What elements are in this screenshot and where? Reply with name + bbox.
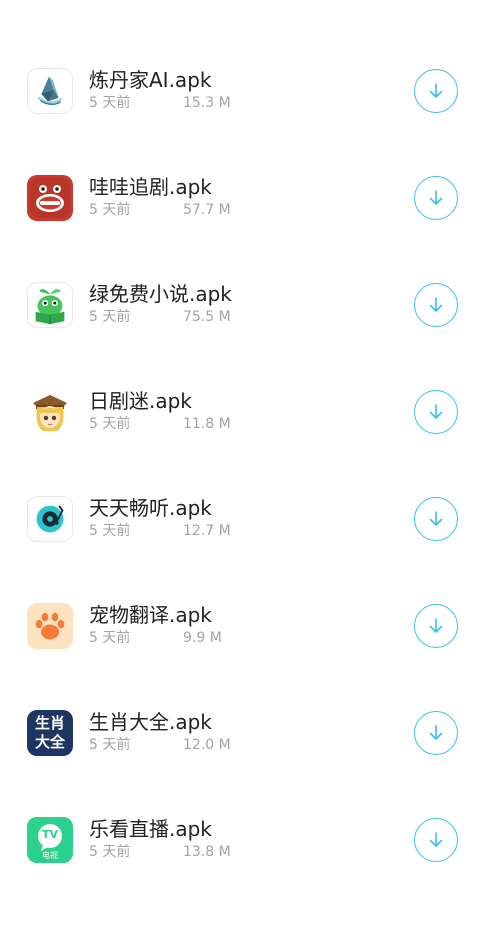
file-row-4[interactable]: 日剧迷.apk 5 天前 11.8 M (0, 389, 487, 520)
green-sprout-book-icon (27, 282, 73, 328)
download-button[interactable] (414, 390, 458, 434)
file-name: 日剧迷.apk (89, 389, 192, 413)
file-age: 5 天前 (89, 95, 131, 111)
download-button[interactable] (414, 604, 458, 648)
file-name: 炼丹家AI.apk (89, 68, 212, 92)
file-size: 57.7 M (183, 202, 231, 218)
arrow-down-icon (429, 404, 443, 419)
file-age: 5 天前 (89, 523, 131, 539)
file-size: 9.9 M (183, 630, 222, 646)
arrow-down-icon (429, 725, 443, 740)
open-mouth-face-icon (27, 175, 73, 221)
file-row-8[interactable]: TV 电视 乐看直播.apk 5 天前 13.8 M (0, 817, 487, 948)
arrow-down-icon (429, 832, 443, 847)
download-button[interactable] (414, 711, 458, 755)
ai-crystal-icon (27, 68, 73, 114)
file-name: 绿免费小说.apk (89, 282, 232, 306)
file-size: 11.8 M (183, 416, 231, 432)
file-name: 宠物翻译.apk (89, 603, 212, 627)
vinyl-record-icon (27, 496, 73, 542)
file-name: 乐看直播.apk (89, 817, 212, 841)
file-row-6[interactable]: 宠物翻译.apk 5 天前 9.9 M (0, 603, 487, 734)
download-button[interactable] (414, 176, 458, 220)
file-row-3[interactable]: 绿免费小说.apk 5 天前 75.5 M (0, 282, 487, 413)
file-row-5[interactable]: 天天畅听.apk 5 天前 12.7 M (0, 496, 487, 627)
download-file-list: 炼丹家AI.apk 5 天前 15.3 M 哇哇追剧.apk 5 天前 57.7… (0, 0, 487, 867)
file-row-7[interactable]: 生肖 大全 生肖大全.apk 5 天前 12.0 M (0, 710, 487, 841)
arrow-down-icon (429, 511, 443, 526)
file-age: 5 天前 (89, 737, 131, 753)
arrow-down-icon (429, 297, 443, 312)
file-size: 75.5 M (183, 309, 231, 325)
file-name: 生肖大全.apk (89, 710, 212, 734)
file-age: 5 天前 (89, 630, 131, 646)
anime-girl-avatar-icon (27, 389, 73, 435)
file-size: 13.8 M (183, 844, 231, 860)
file-size: 15.3 M (183, 95, 231, 111)
download-button[interactable] (414, 818, 458, 862)
file-size: 12.7 M (183, 523, 231, 539)
download-button[interactable] (414, 283, 458, 327)
paw-print-icon (27, 603, 73, 649)
file-age: 5 天前 (89, 844, 131, 860)
file-row-2[interactable]: 哇哇追剧.apk 5 天前 57.7 M (0, 175, 487, 306)
arrow-down-icon (429, 190, 443, 205)
download-button[interactable] (414, 497, 458, 541)
arrow-down-icon (429, 83, 443, 98)
arrow-down-icon (429, 618, 443, 633)
logo-text-line-1: 生肖 (34, 714, 65, 732)
file-age: 5 天前 (89, 202, 131, 218)
download-button[interactable] (414, 69, 458, 113)
zodiac-text-logo-icon: 生肖 大全 (27, 710, 73, 756)
file-name: 哇哇追剧.apk (89, 175, 212, 199)
file-size: 12.0 M (183, 737, 231, 753)
logo-text-sub: 电视 (42, 851, 58, 860)
tv-bubble-icon: TV 电视 (27, 817, 73, 863)
logo-text-line-2: 大全 (34, 733, 65, 751)
file-row-1[interactable]: 炼丹家AI.apk 5 天前 15.3 M (0, 68, 487, 199)
logo-text-tv: TV (41, 828, 59, 841)
file-name: 天天畅听.apk (89, 496, 212, 520)
file-age: 5 天前 (89, 309, 131, 325)
file-age: 5 天前 (89, 416, 131, 432)
